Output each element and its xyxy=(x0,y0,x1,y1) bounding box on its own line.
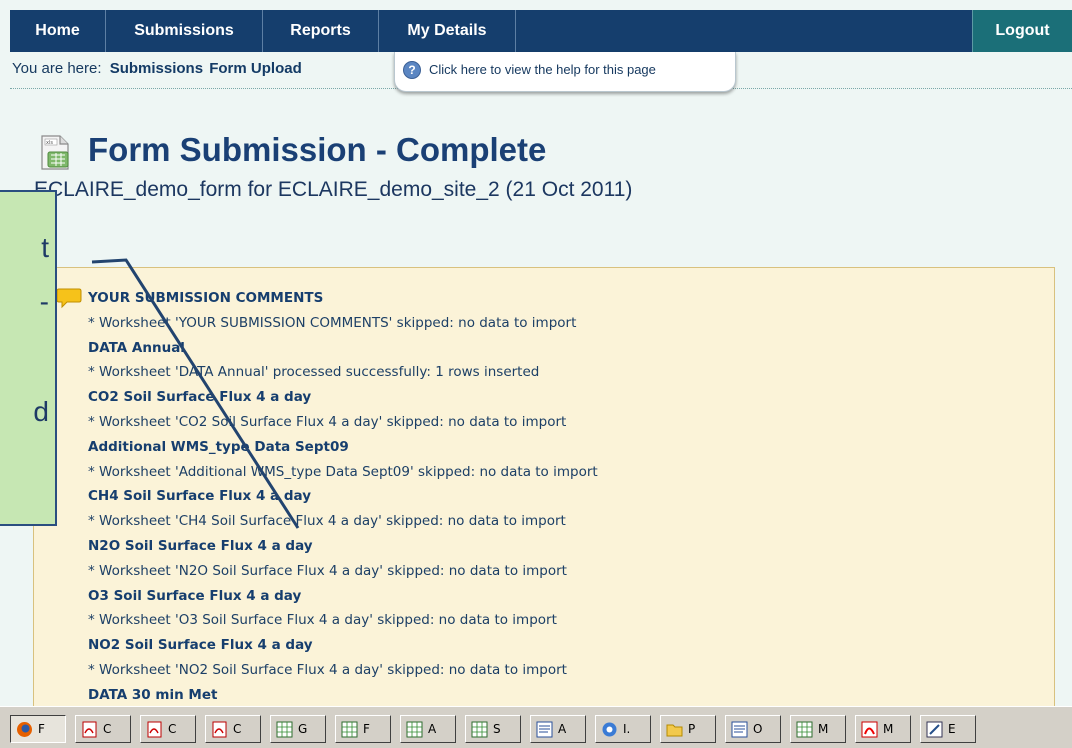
breadcrumb-prefix: You are here: xyxy=(12,60,102,77)
taskbar-button-label: M xyxy=(818,722,829,736)
worksheet-heading: DATA Annual xyxy=(88,339,185,356)
nav-home[interactable]: Home xyxy=(10,10,106,52)
word-icon xyxy=(731,721,748,738)
spreadsheet-file-icon: xls xyxy=(41,135,69,170)
taskbar-button-label: M xyxy=(883,722,894,736)
taskbar: F C C C G F A S A I. P O M M E xyxy=(0,706,1072,748)
pdf-icon xyxy=(82,721,97,738)
taskbar-button-label: E xyxy=(948,722,956,736)
taskbar-button[interactable]: M xyxy=(790,715,846,743)
annotation-callout: t - d xyxy=(0,190,57,526)
comment-bubble-icon xyxy=(56,288,82,309)
top-navigation-bar: Home Submissions Reports My Details Logo… xyxy=(10,10,1072,52)
taskbar-button-label: A xyxy=(428,722,437,736)
worksheet-heading: CH4 Soil Surface Flux 4 a day xyxy=(88,488,312,505)
internet-explorer-icon xyxy=(602,722,617,737)
excel-icon xyxy=(276,721,293,738)
worksheet-message: * Worksheet 'Additional WMS_type Data Se… xyxy=(88,463,598,480)
worksheet-message: * Worksheet 'N2O Soil Surface Flux 4 a d… xyxy=(88,562,567,579)
taskbar-button[interactable]: C xyxy=(75,715,131,743)
taskbar-button-label: A xyxy=(558,722,567,736)
taskbar-button-label: C xyxy=(103,722,112,736)
page-title: Form Submission - Complete xyxy=(88,131,547,168)
taskbar-button[interactable]: A xyxy=(530,715,586,743)
callout-text-line: - xyxy=(39,286,49,317)
worksheet-heading: O3 Soil Surface Flux 4 a day xyxy=(88,587,302,604)
taskbar-button[interactable]: M xyxy=(855,715,911,743)
taskbar-button-label: G xyxy=(298,722,308,736)
pdf-icon xyxy=(147,721,162,738)
taskbar-button[interactable]: F xyxy=(335,715,391,743)
editor-icon xyxy=(926,721,943,738)
pdf-icon xyxy=(212,721,227,738)
breadcrumb-current-page: Form Upload xyxy=(209,60,302,77)
worksheet-heading: YOUR SUBMISSION COMMENTS xyxy=(88,290,324,306)
page-subtitle: ECLAIRE_demo_form for ECLAIRE_demo_site_… xyxy=(34,178,633,201)
excel-icon xyxy=(406,721,423,738)
folder-icon xyxy=(666,724,683,737)
taskbar-button[interactable]: C xyxy=(205,715,261,743)
taskbar-button[interactable]: P xyxy=(660,715,716,743)
worksheet-message: * Worksheet 'CO2 Soil Surface Flux 4 a d… xyxy=(88,413,567,430)
taskbar-button-label: P xyxy=(688,722,696,736)
excel-icon xyxy=(796,721,813,738)
callout-text-line: d xyxy=(33,396,49,427)
help-link[interactable]: ? Click here to view the help for this p… xyxy=(394,52,736,92)
taskbar-button[interactable]: G xyxy=(270,715,326,743)
taskbar-button-label: C xyxy=(233,722,242,736)
worksheet-message: * Worksheet 'DATA Annual' processed succ… xyxy=(88,364,540,381)
svg-text:xls: xls xyxy=(46,140,53,146)
nav-my-details[interactable]: My Details xyxy=(379,10,516,52)
excel-icon xyxy=(341,721,358,738)
help-link-text: Click here to view the help for this pag… xyxy=(429,62,656,77)
nav-reports[interactable]: Reports xyxy=(263,10,379,52)
worksheet-heading: CO2 Soil Surface Flux 4 a day xyxy=(88,389,312,406)
breadcrumb: You are here: Submissions Form Upload xyxy=(12,60,302,77)
taskbar-button[interactable]: F xyxy=(10,715,66,743)
taskbar-button[interactable]: O xyxy=(725,715,781,743)
worksheet-message: * Worksheet 'CH4 Soil Surface Flux 4 a d… xyxy=(88,513,566,530)
callout-text-line: t xyxy=(41,232,49,263)
worksheet-message: * Worksheet 'NO2 Soil Surface Flux 4 a d… xyxy=(88,661,567,678)
taskbar-button[interactable]: C xyxy=(140,715,196,743)
submission-comments-list: YOUR SUBMISSION COMMENTS * Worksheet 'YOU… xyxy=(88,286,598,708)
logout-button[interactable]: Logout xyxy=(972,10,1072,52)
taskbar-button-label: F xyxy=(363,722,370,736)
help-icon: ? xyxy=(403,61,421,79)
worksheet-heading: NO2 Soil Surface Flux 4 a day xyxy=(88,637,313,654)
excel-icon xyxy=(471,721,488,738)
firefox-icon xyxy=(17,722,32,737)
breadcrumb-bar: You are here: Submissions Form Upload ? … xyxy=(10,52,1072,92)
taskbar-button-label: O xyxy=(753,722,763,736)
breadcrumb-section[interactable]: Submissions xyxy=(110,60,203,77)
taskbar-button[interactable]: E xyxy=(920,715,976,743)
worksheet-message: * Worksheet 'O3 Soil Surface Flux 4 a da… xyxy=(88,612,557,629)
taskbar-button-label: C xyxy=(168,722,177,736)
nav-submissions[interactable]: Submissions xyxy=(106,10,263,52)
taskbar-button[interactable]: A xyxy=(400,715,456,743)
taskbar-button[interactable]: I. xyxy=(595,715,651,743)
word-icon xyxy=(536,721,553,738)
acrobat-icon xyxy=(861,721,878,738)
worksheet-message: * Worksheet 'YOUR SUBMISSION COMMENTS' s… xyxy=(88,314,577,331)
worksheet-heading: DATA 30 min Met xyxy=(88,686,218,703)
taskbar-button[interactable]: S xyxy=(465,715,521,743)
worksheet-heading: Additional WMS_type Data Sept09 xyxy=(88,438,349,455)
taskbar-button-label: I. xyxy=(623,722,631,736)
worksheet-heading: N2O Soil Surface Flux 4 a day xyxy=(88,537,313,554)
taskbar-button-label: F xyxy=(38,722,45,736)
taskbar-button-label: S xyxy=(493,722,501,736)
